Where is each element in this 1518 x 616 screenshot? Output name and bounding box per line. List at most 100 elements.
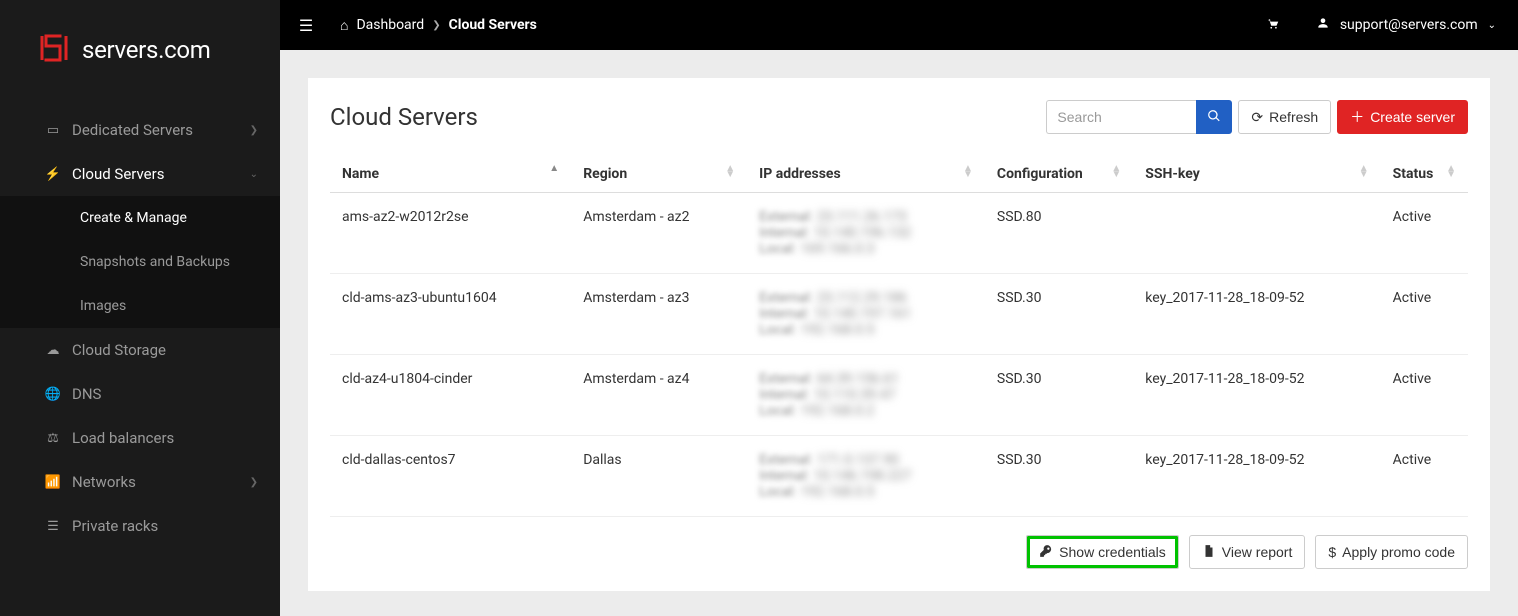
sidebar-item-label: Cloud Servers	[72, 165, 164, 183]
sidebar-item-dedicated[interactable]: ▭ Dedicated Servers ❯	[0, 108, 280, 152]
col-region[interactable]: Region▲▼	[571, 156, 747, 193]
brand-logo[interactable]: servers.com	[0, 0, 280, 108]
show-credentials-button[interactable]: Show credentials	[1026, 535, 1179, 569]
servers-table: Name▲ Region▲▼ IP addresses▲▼ Configurat…	[330, 156, 1468, 517]
sort-icon: ▲▼	[963, 166, 973, 178]
sidebar: servers.com ▭ Dedicated Servers ❯ ⚡ Clou…	[0, 0, 280, 616]
sidebar-item-label: Load balancers	[72, 429, 174, 447]
table-row[interactable]: cld-ams-az3-ubuntu1604Amsterdam - az3Ext…	[330, 274, 1468, 355]
sidebar-item-networks[interactable]: 📶 Networks ❯	[0, 460, 280, 504]
chevron-right-icon: ❯	[250, 477, 258, 488]
server-icon: ▭	[44, 123, 62, 138]
table-row[interactable]: cld-az4-u1804-cinderAmsterdam - az4Exter…	[330, 355, 1468, 436]
cell-status: Active	[1381, 436, 1468, 517]
cell-sshkey: key_2017-11-28_18-09-52	[1133, 436, 1380, 517]
search-icon	[1207, 109, 1221, 126]
rack-icon: ☰	[44, 519, 62, 534]
cell-status: Active	[1381, 355, 1468, 436]
hamburger-icon[interactable]: ☰	[286, 16, 326, 35]
chevron-down-icon: ⌄	[1488, 20, 1496, 31]
col-config[interactable]: Configuration▲▼	[985, 156, 1133, 193]
cell-name: cld-az4-u1804-cinder	[330, 355, 571, 436]
plus-icon: ＋	[1350, 107, 1364, 127]
signal-icon: 📶	[44, 475, 62, 490]
sidebar-item-dns[interactable]: 🌐 DNS	[0, 372, 280, 416]
button-label: Refresh	[1269, 109, 1318, 125]
sort-icon: ▲▼	[1359, 166, 1369, 178]
user-menu[interactable]: support@servers.com ⌄	[1316, 16, 1496, 34]
sidebar-item-private-racks[interactable]: ☰ Private racks	[0, 504, 280, 548]
cell-ip: External:23.112.29.186Internal:10.140.19…	[747, 274, 985, 355]
button-label: Apply promo code	[1342, 544, 1455, 560]
sidebar-item-label: Create & Manage	[80, 210, 187, 226]
brand-text: servers.com	[82, 36, 211, 64]
sidebar-item-label: Private racks	[72, 517, 158, 535]
breadcrumb: ⌂ Dashboard ❯ Cloud Servers	[340, 17, 537, 34]
cell-sshkey	[1133, 193, 1380, 274]
sidebar-item-label: Snapshots and Backups	[80, 254, 230, 270]
chevron-right-icon: ❯	[432, 20, 440, 31]
search-group	[1046, 100, 1232, 134]
crumb-root[interactable]: Dashboard	[356, 17, 424, 33]
sidebar-sub-snapshots[interactable]: Snapshots and Backups	[0, 240, 280, 284]
sidebar-sub-create-manage[interactable]: Create & Manage	[0, 196, 280, 240]
globe-icon: 🌐	[44, 387, 62, 402]
crumb-current: Cloud Servers	[449, 17, 537, 33]
file-icon	[1202, 544, 1216, 561]
button-label: Show credentials	[1059, 544, 1166, 560]
sidebar-item-cloud-storage[interactable]: ☁ Cloud Storage	[0, 328, 280, 372]
sort-asc-icon: ▲	[549, 166, 559, 172]
col-status[interactable]: Status▲▼	[1381, 156, 1468, 193]
sidebar-sub-images[interactable]: Images	[0, 284, 280, 328]
page-title: Cloud Servers	[330, 103, 478, 131]
cell-region: Amsterdam - az3	[571, 274, 747, 355]
chevron-right-icon: ❯	[250, 125, 258, 136]
button-label: View report	[1222, 544, 1293, 560]
cloud-servers-panel: Cloud Servers ⟳ Refresh	[308, 78, 1490, 591]
cell-config: SSD.30	[985, 355, 1133, 436]
dollar-icon: $	[1328, 544, 1336, 560]
cell-region: Amsterdam - az4	[571, 355, 747, 436]
scale-icon: ⚖	[44, 431, 62, 446]
cell-name: ams-az2-w2012r2se	[330, 193, 571, 274]
view-report-button[interactable]: View report	[1189, 535, 1306, 569]
table-row[interactable]: cld-dallas-centos7DallasExternal:171.0.1…	[330, 436, 1468, 517]
cell-status: Active	[1381, 274, 1468, 355]
sort-icon: ▲▼	[1111, 166, 1121, 178]
bolt-icon: ⚡	[44, 167, 62, 182]
col-name[interactable]: Name▲	[330, 156, 571, 193]
search-input[interactable]	[1046, 100, 1196, 134]
cell-status: Active	[1381, 193, 1468, 274]
cell-name: cld-dallas-centos7	[330, 436, 571, 517]
cell-region: Dallas	[571, 436, 747, 517]
brand-mark-icon	[38, 32, 70, 68]
sidebar-item-label: Dedicated Servers	[72, 121, 193, 139]
cloud-icon: ☁	[44, 343, 62, 358]
sort-icon: ▲▼	[1446, 166, 1456, 178]
cell-config: SSD.80	[985, 193, 1133, 274]
col-sshkey[interactable]: SSH-key▲▼	[1133, 156, 1380, 193]
cell-config: SSD.30	[985, 274, 1133, 355]
topbar: ☰ ⌂ Dashboard ❯ Cloud Servers support@se…	[280, 0, 1518, 50]
cell-ip: External:64.39.156.61Internal:10.110.39.…	[747, 355, 985, 436]
home-icon[interactable]: ⌂	[340, 17, 348, 34]
sidebar-item-label: DNS	[72, 385, 101, 403]
create-server-button[interactable]: ＋ Create server	[1337, 100, 1468, 134]
cell-config: SSD.30	[985, 436, 1133, 517]
cell-region: Amsterdam - az2	[571, 193, 747, 274]
sidebar-item-label: Networks	[72, 473, 136, 491]
cell-sshkey: key_2017-11-28_18-09-52	[1133, 274, 1380, 355]
sidebar-item-load-balancers[interactable]: ⚖ Load balancers	[0, 416, 280, 460]
cart-icon[interactable]	[1266, 16, 1280, 35]
search-button[interactable]	[1196, 100, 1232, 134]
user-icon	[1316, 16, 1330, 34]
refresh-icon: ⟳	[1251, 109, 1263, 126]
sidebar-item-cloud-servers[interactable]: ⚡ Cloud Servers ⌄	[0, 152, 280, 196]
refresh-button[interactable]: ⟳ Refresh	[1238, 100, 1331, 134]
col-ip[interactable]: IP addresses▲▼	[747, 156, 985, 193]
key-icon	[1039, 544, 1053, 561]
cell-name: cld-ams-az3-ubuntu1604	[330, 274, 571, 355]
apply-promo-button[interactable]: $ Apply promo code	[1315, 535, 1468, 569]
table-row[interactable]: ams-az2-w2012r2seAmsterdam - az2External…	[330, 193, 1468, 274]
footer-actions: Show credentials View report $ Apply pro…	[330, 535, 1468, 569]
